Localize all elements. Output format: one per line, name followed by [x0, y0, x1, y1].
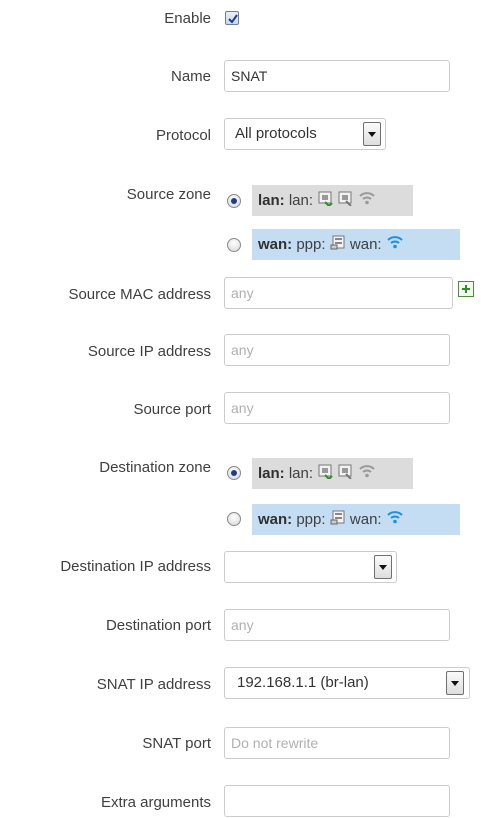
extra-arguments-input[interactable]: [224, 785, 450, 817]
chevron-down-icon[interactable]: [363, 122, 381, 146]
zone-network: ppp:: [296, 511, 326, 528]
destination-port-label: Destination port: [105, 617, 211, 634]
wifi-icon: [358, 186, 376, 217]
source-port-label: Source port: [133, 401, 211, 418]
source-mac-input[interactable]: any: [224, 277, 453, 309]
snat-port-label: SNAT port: [142, 735, 211, 752]
checkmark-icon: [228, 14, 238, 24]
zone-name: lan:: [258, 192, 285, 209]
ethernet-port-icon: [337, 459, 353, 490]
destination-zone-label: Destination zone: [99, 459, 211, 476]
snat-port-input[interactable]: Do not rewrite: [224, 727, 450, 759]
zone-network: lan:: [288, 192, 314, 209]
source-ip-input[interactable]: any: [224, 334, 450, 366]
source-ip-label: Source IP address: [87, 343, 211, 360]
wifi-icon: [386, 230, 404, 261]
zone-name: lan:: [258, 465, 285, 482]
chevron-down-icon[interactable]: [374, 555, 392, 579]
ppp-modem-icon: [330, 505, 346, 536]
source-zone-lan-radio[interactable]: [227, 194, 241, 208]
snat-ip-label: SNAT IP address: [96, 676, 211, 693]
wifi-icon: [386, 505, 404, 536]
ppp-modem-icon: [330, 230, 346, 261]
source-port-input[interactable]: any: [224, 392, 450, 424]
protocol-selected-value: All protocols: [235, 125, 317, 142]
destination-ip-select[interactable]: [224, 551, 397, 583]
enable-checkbox[interactable]: [225, 11, 239, 25]
destination-port-input[interactable]: any: [224, 609, 450, 641]
add-icon[interactable]: [458, 281, 474, 297]
destination-zone-lan-option[interactable]: lan: lan:: [252, 458, 413, 489]
zone-network: ppp:: [296, 236, 326, 253]
name-input[interactable]: SNAT: [224, 60, 450, 92]
source-zone-wan-option[interactable]: wan: ppp: wan:: [252, 229, 460, 260]
destination-zone-wan-radio[interactable]: [227, 512, 241, 526]
enable-label: Enable: [164, 10, 211, 27]
source-zone-lan-option[interactable]: lan: lan:: [252, 185, 413, 216]
destination-ip-label: Destination IP address: [60, 558, 211, 575]
zone-network: wan:: [349, 236, 382, 253]
extra-arguments-label: Extra arguments: [100, 794, 211, 811]
destination-zone-lan-radio[interactable]: [227, 466, 241, 480]
destination-zone-wan-option[interactable]: wan: ppp: wan:: [252, 504, 460, 535]
protocol-select[interactable]: All protocols: [224, 118, 386, 150]
ethernet-port-icon: [317, 186, 333, 217]
chevron-down-icon[interactable]: [446, 671, 464, 695]
zone-name: wan:: [258, 511, 293, 528]
source-mac-label: Source MAC address: [68, 286, 211, 303]
ethernet-port-icon: [337, 186, 353, 217]
snat-ip-selected-value: 192.168.1.1 (br-lan): [237, 674, 369, 691]
ethernet-port-icon: [317, 459, 333, 490]
zone-network: wan:: [349, 511, 382, 528]
protocol-label: Protocol: [155, 127, 211, 144]
snat-ip-select[interactable]: 192.168.1.1 (br-lan): [224, 667, 470, 699]
source-zone-label: Source zone: [126, 186, 211, 203]
zone-network: lan:: [288, 465, 314, 482]
zone-name: wan:: [258, 236, 293, 253]
name-label: Name: [170, 68, 211, 85]
source-zone-wan-radio[interactable]: [227, 238, 241, 252]
wifi-icon: [358, 459, 376, 490]
